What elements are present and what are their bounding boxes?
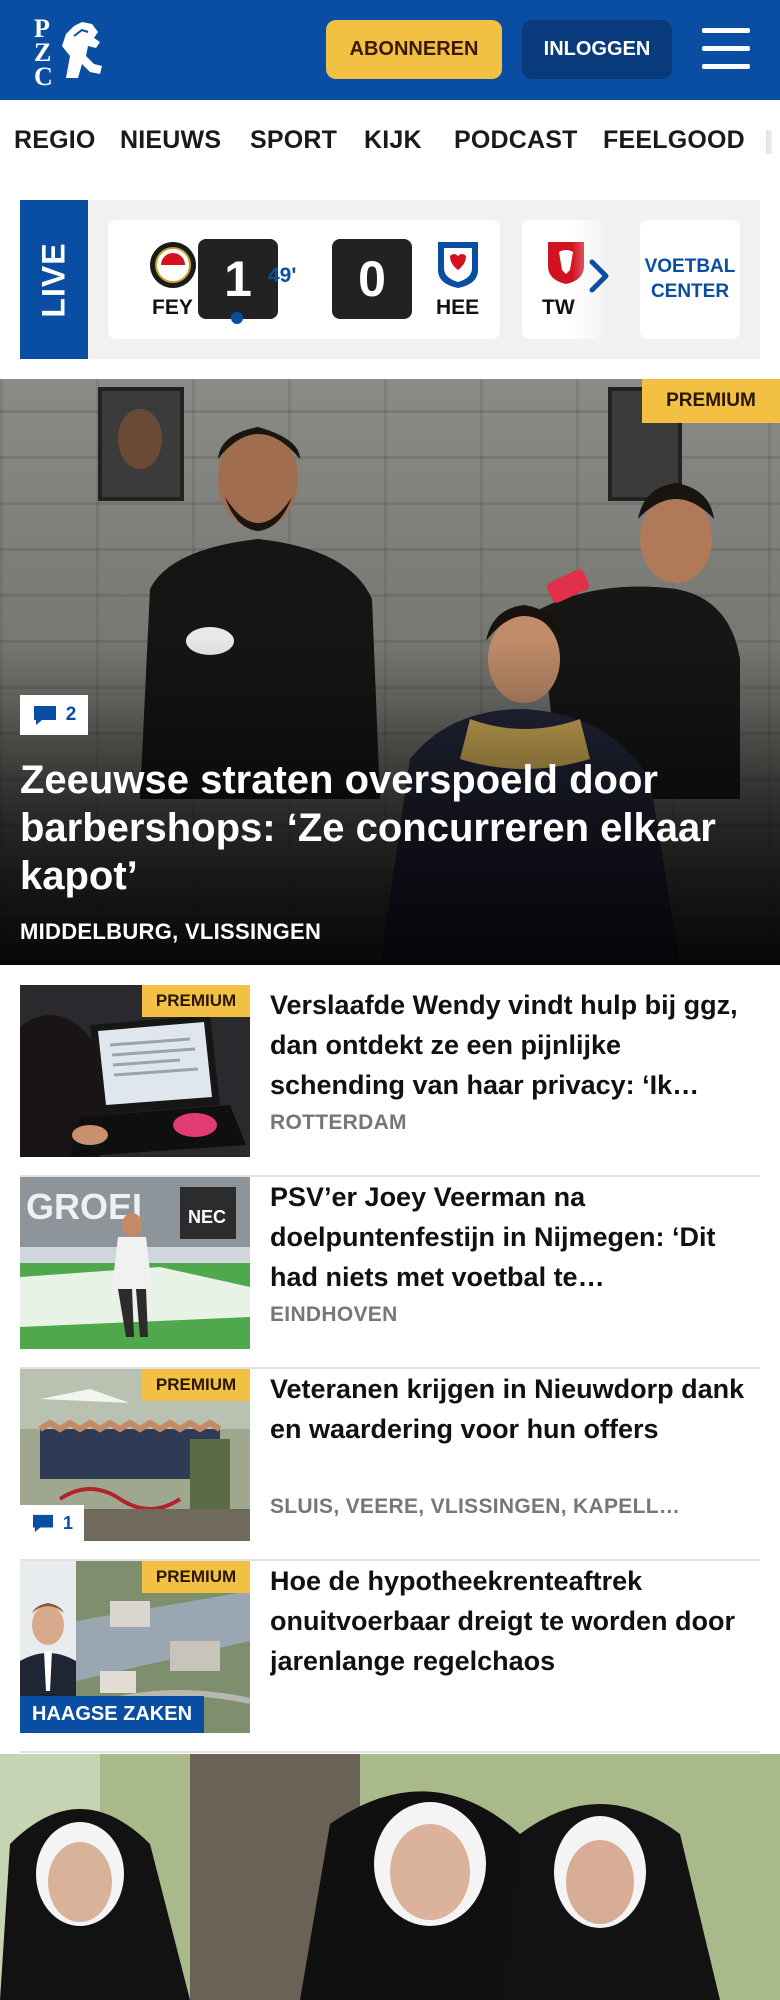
article-location: SLUIS, VEERE, VLISSINGEN, KAPELL… [270,1495,681,1518]
premium-badge: PREMIUM [142,985,250,1017]
nav-item-kijk[interactable]: KIJK [364,126,422,155]
comment-icon [32,1514,53,1533]
nav-item-sport[interactable]: SPORT [250,126,337,155]
comment-count-badge[interactable]: 2 [20,695,88,735]
article-location: EINDHOVEN [270,1303,398,1326]
site-header: P Z C ABONNEREN INLOGGEN [0,0,780,100]
article-location: ROTTERDAM [270,1111,407,1134]
live-match-card[interactable]: FEY 1 0 HEE [108,220,500,339]
voetbal-center-button[interactable]: VOETBAL CENTER [640,220,740,339]
article-thumbnail: GROEI NEC [20,1177,250,1349]
match-minute: 49' [268,264,297,287]
article-title[interactable]: Veteranen krijgen in Nieuwdorp dank en w… [270,1369,750,1449]
football-photo: GROEI NEC [20,1177,250,1349]
comment-count: 1 [62,1512,73,1533]
nav-fade [754,100,780,180]
nav-item-feelgood[interactable]: FEELGOOD [603,126,745,155]
article-item[interactable]: PREMIUM HAAGSE ZAKEN Hoe de hypotheekren… [20,1561,760,1753]
nav-item-nieuws[interactable]: NIEUWS [120,126,221,155]
nav-item-podcast[interactable]: PODCAST [454,126,578,155]
chevron-right-icon[interactable] [588,258,610,294]
premium-badge: PREMIUM [142,1369,250,1401]
home-score: 1 [198,239,278,319]
logo-letter-c: C [34,62,53,91]
nuns-photo [0,1754,780,2000]
live-tab[interactable]: LIVE [20,200,88,359]
haagse-zaken-tag[interactable]: HAAGSE ZAKEN [20,1696,205,1733]
hero-article[interactable]: PREMIUM 2 Zeeuwse straten overspoeld doo… [0,379,780,965]
login-button[interactable]: INLOGGEN [522,20,672,79]
voetbal-center-line1: VOETBAL [644,256,736,277]
home-team-code: FEY [152,296,193,319]
article-thumbnail: PREMIUM [20,985,250,1157]
article-title[interactable]: Hoe de hypotheekrenteaftrek onuitvoerbaa… [270,1561,750,1681]
hero-headline[interactable]: Zeeuwse straten overspoeld door barbersh… [20,756,760,900]
article-title[interactable]: PSV’er Joey Veerman na doelpuntenfestijn… [270,1177,750,1297]
main-nav: REGIO NIEUWS SPORT KIJK PODCAST FEELGOOD [0,100,780,180]
article-title[interactable]: Verslaafde Wendy vindt hulp bij ggz, dan… [270,985,750,1105]
hamburger-icon[interactable] [700,26,752,72]
hero-location: MIDDELBURG, VLISSINGEN [20,919,322,944]
away-team-code: HEE [436,296,480,319]
premium-badge: PREMIUM [142,1561,250,1593]
comment-count: 2 [65,704,77,725]
lion-crest-icon [62,22,102,78]
article-item[interactable]: PREMIUM Verslaafde Wendy vindt hulp bij … [20,985,760,1177]
pzc-logo[interactable]: P Z C [30,14,110,91]
subscribe-button[interactable]: ABONNEREN [326,20,502,79]
comment-count-badge[interactable]: 1 [20,1505,84,1541]
premium-badge: PREMIUM [642,379,780,423]
article-item[interactable]: GROEI NEC PSV’er Joey Veerman na doelpun… [20,1177,760,1369]
article-thumbnail: PREMIUM 1 [20,1369,250,1541]
article-item[interactable]: PREMIUM 1 Veteranen krijgen in Nieuwdorp… [20,1369,760,1561]
svg-text:NEC: NEC [188,1207,226,1227]
next-team-code: TW [542,296,575,319]
comment-icon [33,706,56,725]
nav-item-regio[interactable]: REGIO [14,126,96,155]
feyenoord-crest-icon [150,242,196,288]
live-indicator-dot [231,312,243,324]
next-hero-photo[interactable] [0,1754,780,2000]
article-thumbnail: PREMIUM HAAGSE ZAKEN [20,1561,250,1733]
away-score: 0 [332,239,412,319]
heerenveen-crest-icon [438,242,478,288]
live-label: LIVE [35,242,72,318]
voetbal-center-line2: CENTER [650,281,730,302]
